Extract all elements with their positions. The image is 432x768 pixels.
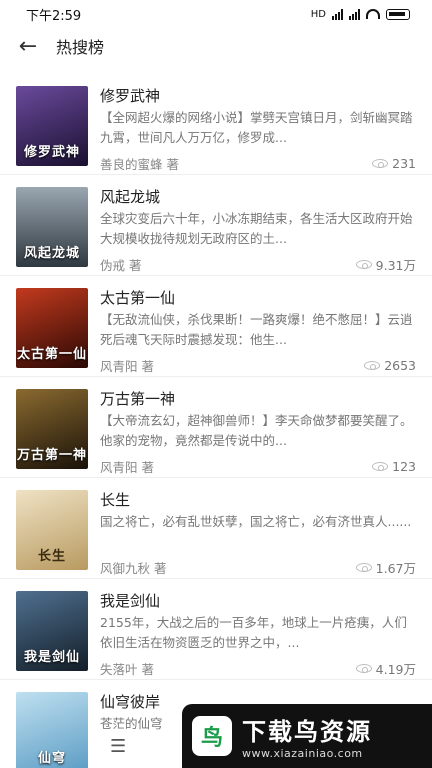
network-label: HD — [310, 8, 326, 20]
book-author: 风青阳 著 — [100, 460, 154, 475]
book-item[interactable]: 长生 长生 国之将亡，必有乱世妖孽，国之将亡，必有济世真人...... 风御九秋… — [0, 478, 432, 579]
watermark-banner: 鸟 下载鸟资源 www.xiazainiao.com — [182, 704, 432, 768]
cover-title: 太古第一仙 — [16, 347, 87, 362]
eye-icon — [355, 664, 372, 673]
wifi-icon — [366, 9, 380, 19]
battery-icon — [386, 8, 410, 20]
book-author: 失落叶 著 — [100, 662, 154, 677]
book-cover: 长生 — [16, 490, 88, 570]
page-title: 热搜榜 — [56, 38, 105, 57]
back-arrow-icon[interactable]: ← — [14, 32, 42, 60]
status-bar: 下午2:59 HD — [0, 0, 432, 28]
book-item[interactable]: 风起龙城 风起龙城 全球灾变后六十年，小冰冻期结束，各生活大区政府开始大规模收拢… — [0, 175, 432, 276]
eye-icon — [364, 361, 381, 370]
book-cover: 太古第一仙 — [16, 288, 88, 368]
eye-icon — [372, 159, 389, 168]
cover-title: 我是剑仙 — [23, 650, 80, 665]
book-description: 2155年，大战之后的一百多年，地球上一片疮痍，人们依旧生活在物资匮乏的世界之中… — [100, 615, 407, 650]
cover-title: 长生 — [37, 549, 66, 564]
watermark-title: 下载鸟资源 — [242, 718, 372, 746]
cover-title: 风起龙城 — [23, 246, 80, 261]
book-cover: 我是剑仙 — [16, 591, 88, 671]
book-item[interactable]: 万古第一神 万古第一神 【大帝流玄幻，超神御兽师！】李天命做梦都要笑醒了。他家的… — [0, 377, 432, 478]
book-list: 修罗武神 修罗武神 【全网超火爆的网络小说】掌劈天宫镇日月，剑斩幽冥踏九霄，世间… — [0, 64, 432, 768]
book-cover: 修罗武神 — [16, 86, 88, 166]
book-item[interactable]: 太古第一仙 太古第一仙 【无敌流仙侠，杀伐果断！一路爽爆！绝不憋屈！】云逍死后魂… — [0, 276, 432, 377]
view-count: 231 — [392, 156, 416, 171]
eye-icon — [355, 260, 372, 269]
book-description: 国之将亡，必有乱世妖孽，国之将亡，必有济世真人...... — [100, 514, 412, 529]
view-count: 2653 — [384, 358, 416, 373]
view-count: 4.19万 — [375, 662, 416, 677]
book-cover: 万古第一神 — [16, 389, 88, 469]
cover-title: 万古第一神 — [16, 448, 87, 463]
book-description: 【大帝流玄幻，超神御兽师！】李天命做梦都要笑醒了。他家的宠物，竟然都是传说中的.… — [100, 413, 413, 448]
view-count: 9.31万 — [375, 258, 416, 273]
book-title: 太古第一仙 — [100, 289, 176, 307]
book-author: 风御九秋 著 — [100, 561, 167, 576]
book-cover: 风起龙城 — [16, 187, 88, 267]
view-count: 123 — [392, 459, 416, 474]
book-title: 我是剑仙 — [100, 592, 161, 610]
app-bar: ← 热搜榜 — [0, 28, 432, 64]
book-description: 全球灾变后六十年，小冰冻期结束，各生活大区政府开始大规模收拢待规划无政府区的土.… — [100, 211, 413, 246]
book-title: 长生 — [100, 491, 131, 509]
book-title: 万古第一神 — [100, 390, 176, 408]
book-description: 【无敌流仙侠，杀伐果断！一路爽爆！绝不憋屈！】云逍死后魂飞天际时震撼发现：他生.… — [100, 312, 413, 347]
bird-logo-icon: 鸟 — [192, 716, 232, 756]
eye-icon — [355, 563, 372, 572]
book-author: 善良的蜜蜂 著 — [100, 157, 179, 172]
signal-2-icon — [349, 8, 360, 20]
book-description: 【全网超火爆的网络小说】掌劈天宫镇日月，剑斩幽冥踏九霄，世间凡人万万亿，修罗成.… — [100, 110, 413, 145]
watermark-url: www.xiazainiao.com — [242, 747, 363, 760]
book-item[interactable]: 我是剑仙 我是剑仙 2155年，大战之后的一百多年，地球上一片疮痍，人们依旧生活… — [0, 579, 432, 680]
book-item[interactable]: 修罗武神 修罗武神 【全网超火爆的网络小说】掌劈天宫镇日月，剑斩幽冥踏九霄，世间… — [0, 74, 432, 175]
cover-title: 修罗武神 — [23, 145, 80, 160]
status-time: 下午2:59 — [26, 8, 82, 24]
eye-icon — [372, 462, 389, 471]
signal-icon — [332, 8, 343, 20]
book-author: 风青阳 著 — [100, 359, 154, 374]
book-title: 修罗武神 — [100, 87, 161, 105]
book-author: 伪戒 著 — [100, 258, 142, 273]
menu-icon[interactable]: ☰ — [110, 736, 126, 757]
view-count: 1.67万 — [375, 561, 416, 576]
status-icons: HD — [310, 8, 410, 20]
book-title: 风起龙城 — [100, 188, 161, 206]
